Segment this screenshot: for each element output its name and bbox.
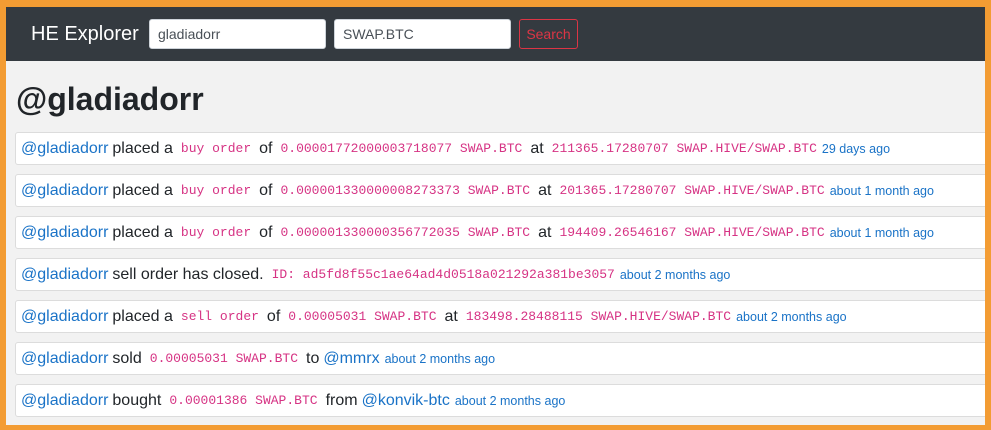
user-link[interactable]: @gladiadorr xyxy=(21,392,108,410)
counterparty-link[interactable]: @konvik-btc xyxy=(362,392,450,410)
action-text: sell order has closed. xyxy=(112,265,264,283)
of-text: of xyxy=(266,307,281,325)
user-link[interactable]: @gladiadorr xyxy=(21,308,108,326)
timestamp-link[interactable]: about 1 month ago xyxy=(830,184,934,198)
amount: 0.00005031 SWAP.BTC xyxy=(288,309,437,324)
price: 194409.26546167 SWAP.HIVE/SWAP.BTC xyxy=(559,225,825,240)
amount: 0.00001386 SWAP.BTC xyxy=(169,393,318,408)
of-text: of xyxy=(259,181,273,199)
order-type: buy order xyxy=(180,141,252,156)
amount: 0.000001330000008273373 SWAP.BTC xyxy=(280,183,531,198)
at-text: at xyxy=(538,181,552,199)
at-text: at xyxy=(444,307,458,325)
order-type: sell order xyxy=(180,309,259,324)
search-button[interactable]: Search xyxy=(519,19,578,49)
account-input[interactable] xyxy=(149,19,326,49)
user-link[interactable]: @gladiadorr xyxy=(21,182,108,200)
action-text: placed a xyxy=(112,181,173,199)
order-id: ID: ad5fd8f55c1ae64ad4d0518a021292a381be… xyxy=(271,267,615,282)
price: 183498.28488115 SWAP.HIVE/SWAP.BTC xyxy=(465,309,732,324)
user-link[interactable]: @gladiadorr xyxy=(21,224,108,242)
list-item: @gladiadorr placed a sell order of 0.000… xyxy=(15,300,985,333)
counterparty-link[interactable]: @mmrx xyxy=(323,350,379,368)
timestamp-link[interactable]: about 2 months ago xyxy=(736,310,847,324)
user-link[interactable]: @gladiadorr xyxy=(21,266,108,284)
action-text: sold xyxy=(112,349,142,367)
timestamp-link[interactable]: about 2 months ago xyxy=(385,352,496,366)
timestamp-link[interactable]: about 1 month ago xyxy=(830,226,934,240)
list-item: @gladiadorr sold 0.00005031 SWAP.BTC to … xyxy=(15,342,985,375)
from-text: from xyxy=(325,391,358,409)
of-text: of xyxy=(259,223,273,241)
action-text: placed a xyxy=(112,139,173,157)
order-type: buy order xyxy=(180,225,252,240)
price: 201365.17280707 SWAP.HIVE/SWAP.BTC xyxy=(559,183,825,198)
list-item: @gladiadorr placed a buy order of 0.0000… xyxy=(15,216,985,249)
action-text: placed a xyxy=(112,223,173,241)
activity-feed: @gladiadorr placed a buy order of 0.0000… xyxy=(15,132,985,425)
list-item: @gladiadorr sell order has closed. ID: a… xyxy=(15,258,985,291)
timestamp-link[interactable]: about 2 months ago xyxy=(455,394,566,408)
list-item: @gladiadorr placed a buy order of 0.0000… xyxy=(15,174,985,207)
amount: 0.00005031 SWAP.BTC xyxy=(149,351,298,366)
order-type: buy order xyxy=(180,183,252,198)
action-text: placed a xyxy=(112,307,173,325)
user-link[interactable]: @gladiadorr xyxy=(21,350,108,368)
amount: 0.000001330000356772035 SWAP.BTC xyxy=(280,225,531,240)
at-text: at xyxy=(530,139,544,157)
navbar: HE Explorer Search xyxy=(6,7,985,61)
of-text: of xyxy=(259,139,273,157)
amount: 0.00001772000003718077 SWAP.BTC xyxy=(280,141,523,156)
at-text: at xyxy=(538,223,552,241)
list-item: @gladiadorr placed a buy order of 0.0000… xyxy=(15,132,985,165)
timestamp-link[interactable]: about 2 months ago xyxy=(620,268,731,282)
price: 211365.17280707 SWAP.HIVE/SWAP.BTC xyxy=(551,141,817,156)
to-text: to xyxy=(306,349,320,367)
list-item: @gladiadorr bought 0.00001386 SWAP.BTC f… xyxy=(15,384,985,417)
app-window: HE Explorer Search @gladiadorr @gladiado… xyxy=(6,7,985,425)
brand-link[interactable]: HE Explorer xyxy=(31,23,149,46)
symbol-input[interactable] xyxy=(334,19,511,49)
user-link[interactable]: @gladiadorr xyxy=(21,140,108,158)
timestamp-link[interactable]: 29 days ago xyxy=(822,142,890,156)
page-title: @gladiadorr xyxy=(16,81,204,117)
action-text: bought xyxy=(112,391,162,409)
